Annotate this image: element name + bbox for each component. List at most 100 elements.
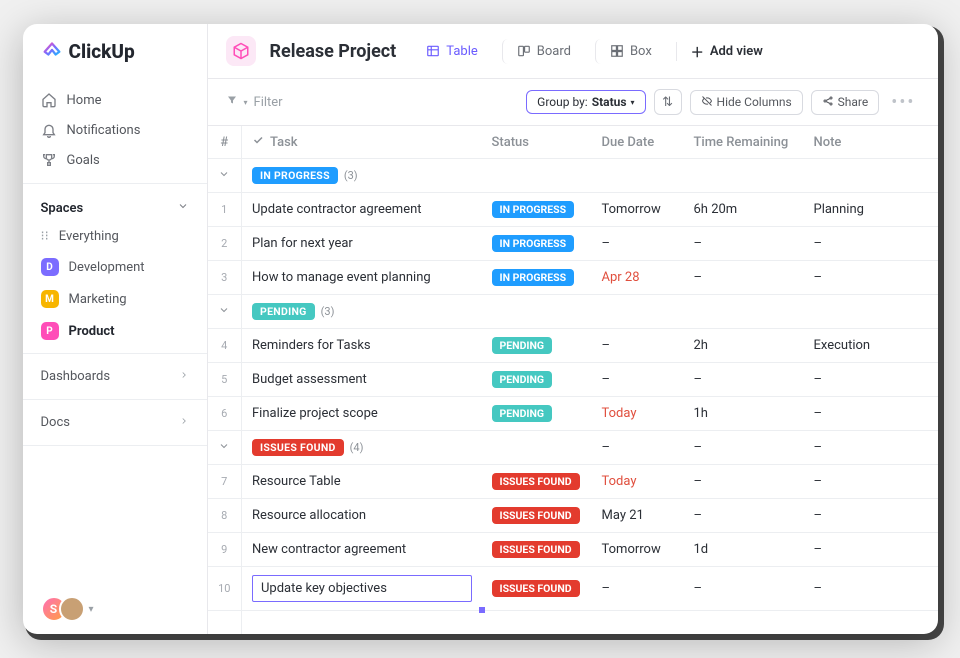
status-cell[interactable]: IN PROGRESS — [482, 227, 592, 261]
sidebar-item-everything[interactable]: ⁝⁝ Everything — [23, 222, 207, 251]
time-cell[interactable]: 1h — [684, 397, 804, 431]
table-row[interactable]: 6 Finalize project scope PENDING Today 1… — [208, 397, 938, 431]
task-table-wrapper[interactable]: # Task Status Due Date Time Remaining No… — [208, 126, 938, 634]
user-avatars[interactable]: S ▾ — [23, 584, 207, 634]
due-cell[interactable]: Apr 28 — [592, 261, 684, 295]
spaces-header[interactable]: Spaces — [23, 190, 207, 222]
sidebar-item-product[interactable]: PProduct — [23, 315, 207, 347]
time-cell[interactable]: – — [684, 499, 804, 533]
nav-dashboards[interactable]: Dashboards — [23, 360, 207, 393]
col-note[interactable]: Note — [804, 126, 938, 159]
table-row[interactable]: 4 Reminders for Tasks PENDING – 2h Execu… — [208, 329, 938, 363]
chevron-down-icon[interactable] — [218, 442, 230, 455]
due-cell[interactable]: – — [592, 329, 684, 363]
filter-button[interactable]: ▾ Filter — [226, 94, 283, 110]
row-height-button[interactable]: ⇅ — [654, 89, 682, 115]
nav-docs[interactable]: Docs — [23, 406, 207, 439]
col-time[interactable]: Time Remaining — [684, 126, 804, 159]
status-cell[interactable]: ISSUES FOUND — [482, 533, 592, 567]
col-status[interactable]: Status — [482, 126, 592, 159]
brand-logo[interactable]: ClickUp — [23, 38, 207, 83]
table-row[interactable]: 7 Resource Table ISSUES FOUND Today – – — [208, 465, 938, 499]
time-cell[interactable]: – — [684, 465, 804, 499]
table-row[interactable]: 2 Plan for next year IN PROGRESS – – – — [208, 227, 938, 261]
status-cell[interactable]: PENDING — [482, 363, 592, 397]
time-cell[interactable]: 2h — [684, 329, 804, 363]
sidebar-item-development[interactable]: DDevelopment — [23, 251, 207, 283]
share-button[interactable]: Share — [811, 90, 880, 115]
time-cell[interactable]: – — [684, 261, 804, 295]
table-row[interactable]: 5 Budget assessment PENDING – – – — [208, 363, 938, 397]
task-cell[interactable]: Plan for next year — [242, 227, 482, 261]
status-cell[interactable]: ISSUES FOUND — [482, 499, 592, 533]
view-box[interactable]: Box — [595, 39, 662, 64]
note-cell[interactable]: Planning — [804, 193, 938, 227]
group-header-row[interactable]: ISSUES FOUND(4) – – – — [208, 431, 938, 465]
table-row[interactable]: 8 Resource allocation ISSUES FOUND May 2… — [208, 499, 938, 533]
group-header-row[interactable]: IN PROGRESS(3) — [208, 159, 938, 193]
note-cell[interactable]: – — [804, 363, 938, 397]
chevron-down-icon[interactable] — [218, 170, 230, 183]
time-cell[interactable]: – — [684, 567, 804, 611]
due-cell[interactable]: May 21 — [592, 499, 684, 533]
task-cell[interactable]: Update contractor agreement — [242, 193, 482, 227]
view-table[interactable]: Table — [416, 39, 487, 64]
blank-row[interactable] — [208, 611, 938, 635]
nav-home[interactable]: Home — [23, 85, 207, 115]
task-cell[interactable]: New contractor agreement — [242, 533, 482, 567]
note-cell[interactable]: – — [804, 227, 938, 261]
status-cell[interactable]: ISSUES FOUND — [482, 465, 592, 499]
col-due[interactable]: Due Date — [592, 126, 684, 159]
status-cell[interactable]: PENDING — [482, 329, 592, 363]
note-cell[interactable]: – — [804, 533, 938, 567]
due-cell[interactable]: – — [592, 567, 684, 611]
task-cell[interactable]: Budget assessment — [242, 363, 482, 397]
status-cell[interactable]: ISSUES FOUND — [482, 567, 592, 611]
chevron-down-icon[interactable] — [218, 306, 230, 319]
status-cell[interactable]: IN PROGRESS — [482, 261, 592, 295]
table-row[interactable]: 1 Update contractor agreement IN PROGRES… — [208, 193, 938, 227]
note-cell[interactable]: – — [804, 567, 938, 611]
task-cell[interactable]: Resource Table — [242, 465, 482, 499]
note-cell[interactable]: – — [804, 499, 938, 533]
view-board[interactable]: Board — [502, 39, 581, 64]
nav-notifications[interactable]: Notifications — [23, 115, 207, 145]
hide-columns-button[interactable]: Hide Columns — [690, 90, 803, 115]
time-cell[interactable]: 1d — [684, 533, 804, 567]
box-icon — [610, 44, 624, 58]
table-row[interactable]: 10 Update key objectives ISSUES FOUND – … — [208, 567, 938, 611]
row-index: 3 — [208, 261, 242, 295]
avatar[interactable] — [59, 596, 85, 622]
group-by-selector[interactable]: Group by: Status ▾ — [526, 90, 645, 114]
table-row[interactable]: 3 How to manage event planning IN PROGRE… — [208, 261, 938, 295]
task-cell[interactable]: Reminders for Tasks — [242, 329, 482, 363]
due-cell[interactable]: – — [592, 227, 684, 261]
due-cell[interactable]: Today — [592, 397, 684, 431]
status-cell[interactable]: IN PROGRESS — [482, 193, 592, 227]
sidebar-item-marketing[interactable]: MMarketing — [23, 283, 207, 315]
time-cell[interactable]: 6h 20m — [684, 193, 804, 227]
due-cell[interactable]: Tomorrow — [592, 533, 684, 567]
col-index[interactable]: # — [208, 126, 242, 159]
add-view-button[interactable]: ＋ Add view — [676, 42, 763, 61]
time-cell[interactable]: – — [684, 227, 804, 261]
group-header-row[interactable]: PENDING(3) — [208, 295, 938, 329]
view-table-label: Table — [446, 44, 477, 59]
status-cell[interactable]: PENDING — [482, 397, 592, 431]
time-cell[interactable]: – — [684, 363, 804, 397]
note-cell[interactable]: Execution — [804, 329, 938, 363]
due-cell[interactable]: Tomorrow — [592, 193, 684, 227]
task-cell[interactable]: Update key objectives — [242, 567, 482, 611]
note-cell[interactable]: – — [804, 397, 938, 431]
task-cell[interactable]: Finalize project scope — [242, 397, 482, 431]
table-row[interactable]: 9 New contractor agreement ISSUES FOUND … — [208, 533, 938, 567]
more-button[interactable]: ••• — [887, 92, 919, 113]
col-task[interactable]: Task — [242, 126, 482, 159]
note-cell[interactable]: – — [804, 465, 938, 499]
task-cell[interactable]: Resource allocation — [242, 499, 482, 533]
due-cell[interactable]: – — [592, 363, 684, 397]
note-cell[interactable]: – — [804, 261, 938, 295]
due-cell[interactable]: Today — [592, 465, 684, 499]
nav-goals[interactable]: Goals — [23, 145, 207, 175]
task-cell[interactable]: How to manage event planning — [242, 261, 482, 295]
